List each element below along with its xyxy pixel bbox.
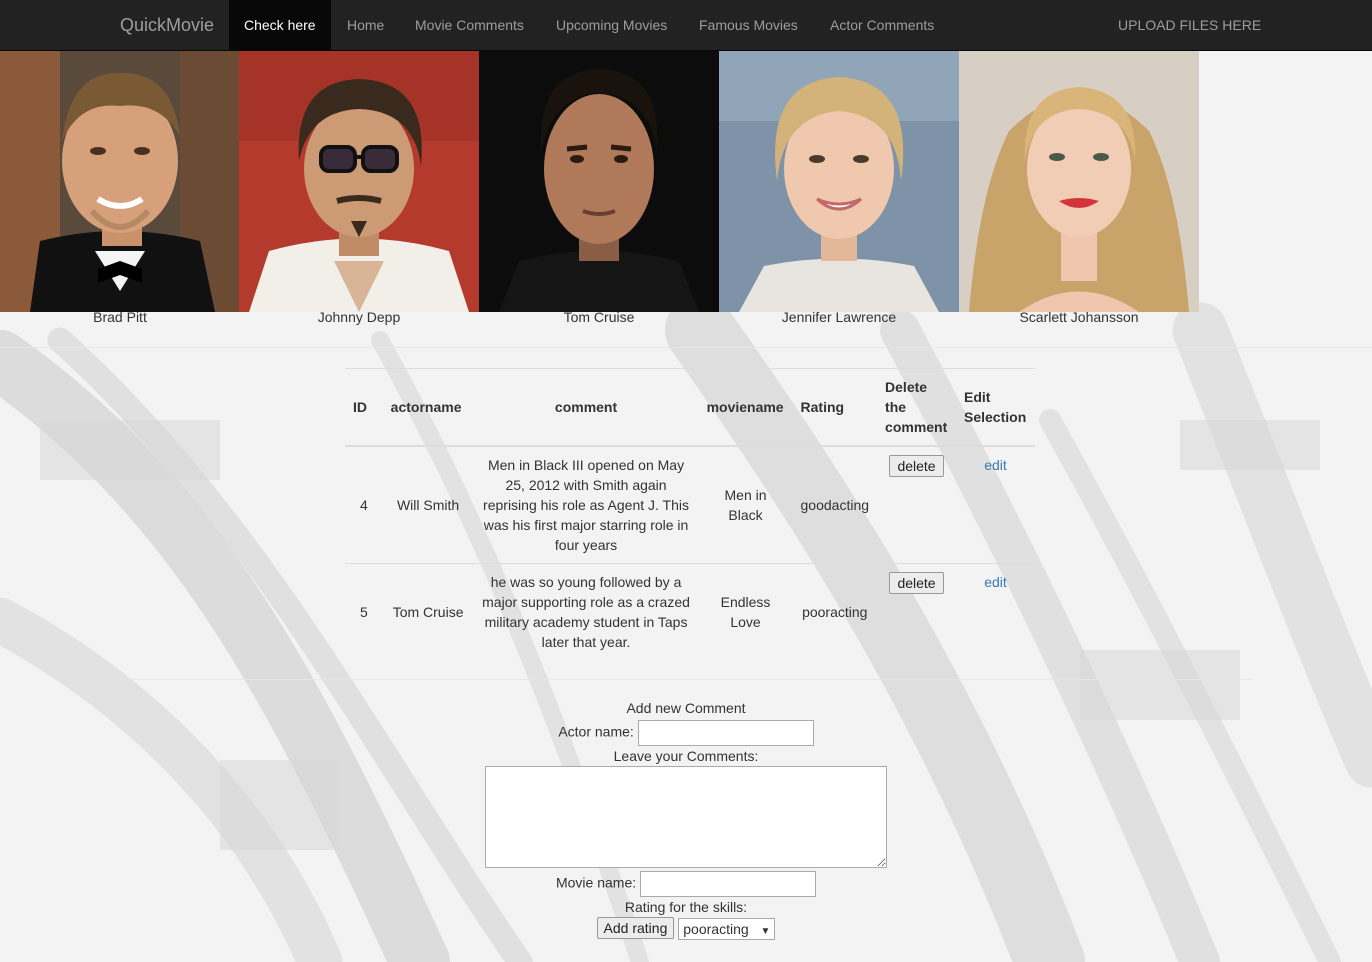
cell-id: 5 [345,563,383,660]
edit-link[interactable]: edit [984,574,1007,590]
cell-delete: delete [877,563,956,660]
actor-photo-tom-cruise[interactable] [479,51,719,312]
comments-label: Leave your Comments: [613,748,759,764]
nav-actor-comments[interactable]: Actor Comments [815,0,949,50]
header-rating: Rating [792,368,878,447]
header-comment: comment [473,368,699,447]
table-row: 5 Tom Cruise he was so young followed by… [345,563,1035,660]
cell-rating: pooracting [792,563,878,660]
delete-button[interactable]: delete [889,572,944,594]
actor-name-label: Brad Pitt [93,309,147,325]
actor-name-label: Tom Cruise [563,309,635,325]
header-actorname: actorname [382,368,474,447]
cell-delete: delete [877,445,956,564]
actor-name-row: Actor name: [0,720,1372,746]
actor-name-label: Jennifer Lawrence [781,309,897,325]
comments-table: ID actorname comment moviename Rating De… [345,368,1035,660]
divider [120,679,1252,680]
cell-comment: Men in Black III opened on May 25, 2012 … [473,445,699,564]
actor-name-label: Johnny Depp [317,309,401,325]
header-edit: Edit Selection [956,368,1035,447]
chevron-down-icon: ▼ [760,926,771,938]
cell-comment: he was so young followed by a major supp… [473,563,699,660]
movie-name-label: Movie name: [555,874,637,891]
cell-actorname: Will Smith [382,445,474,564]
movie-name-input[interactable] [640,871,817,897]
divider [0,347,1372,348]
cell-edit: edit [956,445,1035,564]
nav-movie-comments[interactable]: Movie Comments [400,0,539,50]
cell-moviename: Endless Love [698,563,793,660]
add-rating-button[interactable]: Add rating [596,917,675,939]
cell-edit: edit [956,563,1035,660]
edit-link[interactable]: edit [984,457,1007,473]
comments-textarea[interactable] [485,766,887,868]
table-row: 4 Will Smith Men in Black III opened on … [345,445,1035,564]
actor-name-label: Actor name: [558,723,634,740]
nav-home[interactable]: Home [332,0,399,50]
actor-photo-scarlett-johansson[interactable] [959,51,1199,312]
cell-id: 4 [345,445,383,564]
header-moviename: moviename [698,368,793,447]
brand-logo[interactable]: QuickMovie [120,15,214,36]
form-title: Add new Comment [626,700,746,716]
rating-select-value: pooracting [683,921,749,938]
cell-moviename: Men in Black [698,445,793,564]
upload-files-link[interactable]: UPLOAD FILES HERE [1118,0,1261,50]
delete-button[interactable]: delete [889,455,944,477]
actor-name-label: Scarlett Johansson [1019,309,1139,325]
actor-name-input[interactable] [637,720,814,746]
movie-name-row: Movie name: [0,871,1372,897]
nav-check-here[interactable]: Check here [229,0,331,50]
rating-select[interactable]: pooracting ▼ [678,918,776,941]
actor-photo-jennifer-lawrence[interactable] [719,51,959,312]
actor-photo-brad-pitt[interactable] [0,51,240,312]
comments-row [0,766,1372,871]
nav-famous-movies[interactable]: Famous Movies [684,0,813,50]
nav-upcoming-movies[interactable]: Upcoming Movies [541,0,682,50]
header-id: ID [345,368,383,447]
rating-label: Rating for the skills: [624,899,748,915]
cell-actorname: Tom Cruise [382,563,474,660]
actor-photo-johnny-depp[interactable] [239,51,479,312]
rating-row: Add rating pooracting ▼ [0,917,1372,941]
cell-rating: goodacting [792,445,878,564]
header-delete: Delete the comment [877,368,956,447]
table-header-row: ID actorname comment moviename Rating De… [345,368,1035,447]
top-navbar: QuickMovie Check here Home Movie Comment… [0,0,1372,51]
